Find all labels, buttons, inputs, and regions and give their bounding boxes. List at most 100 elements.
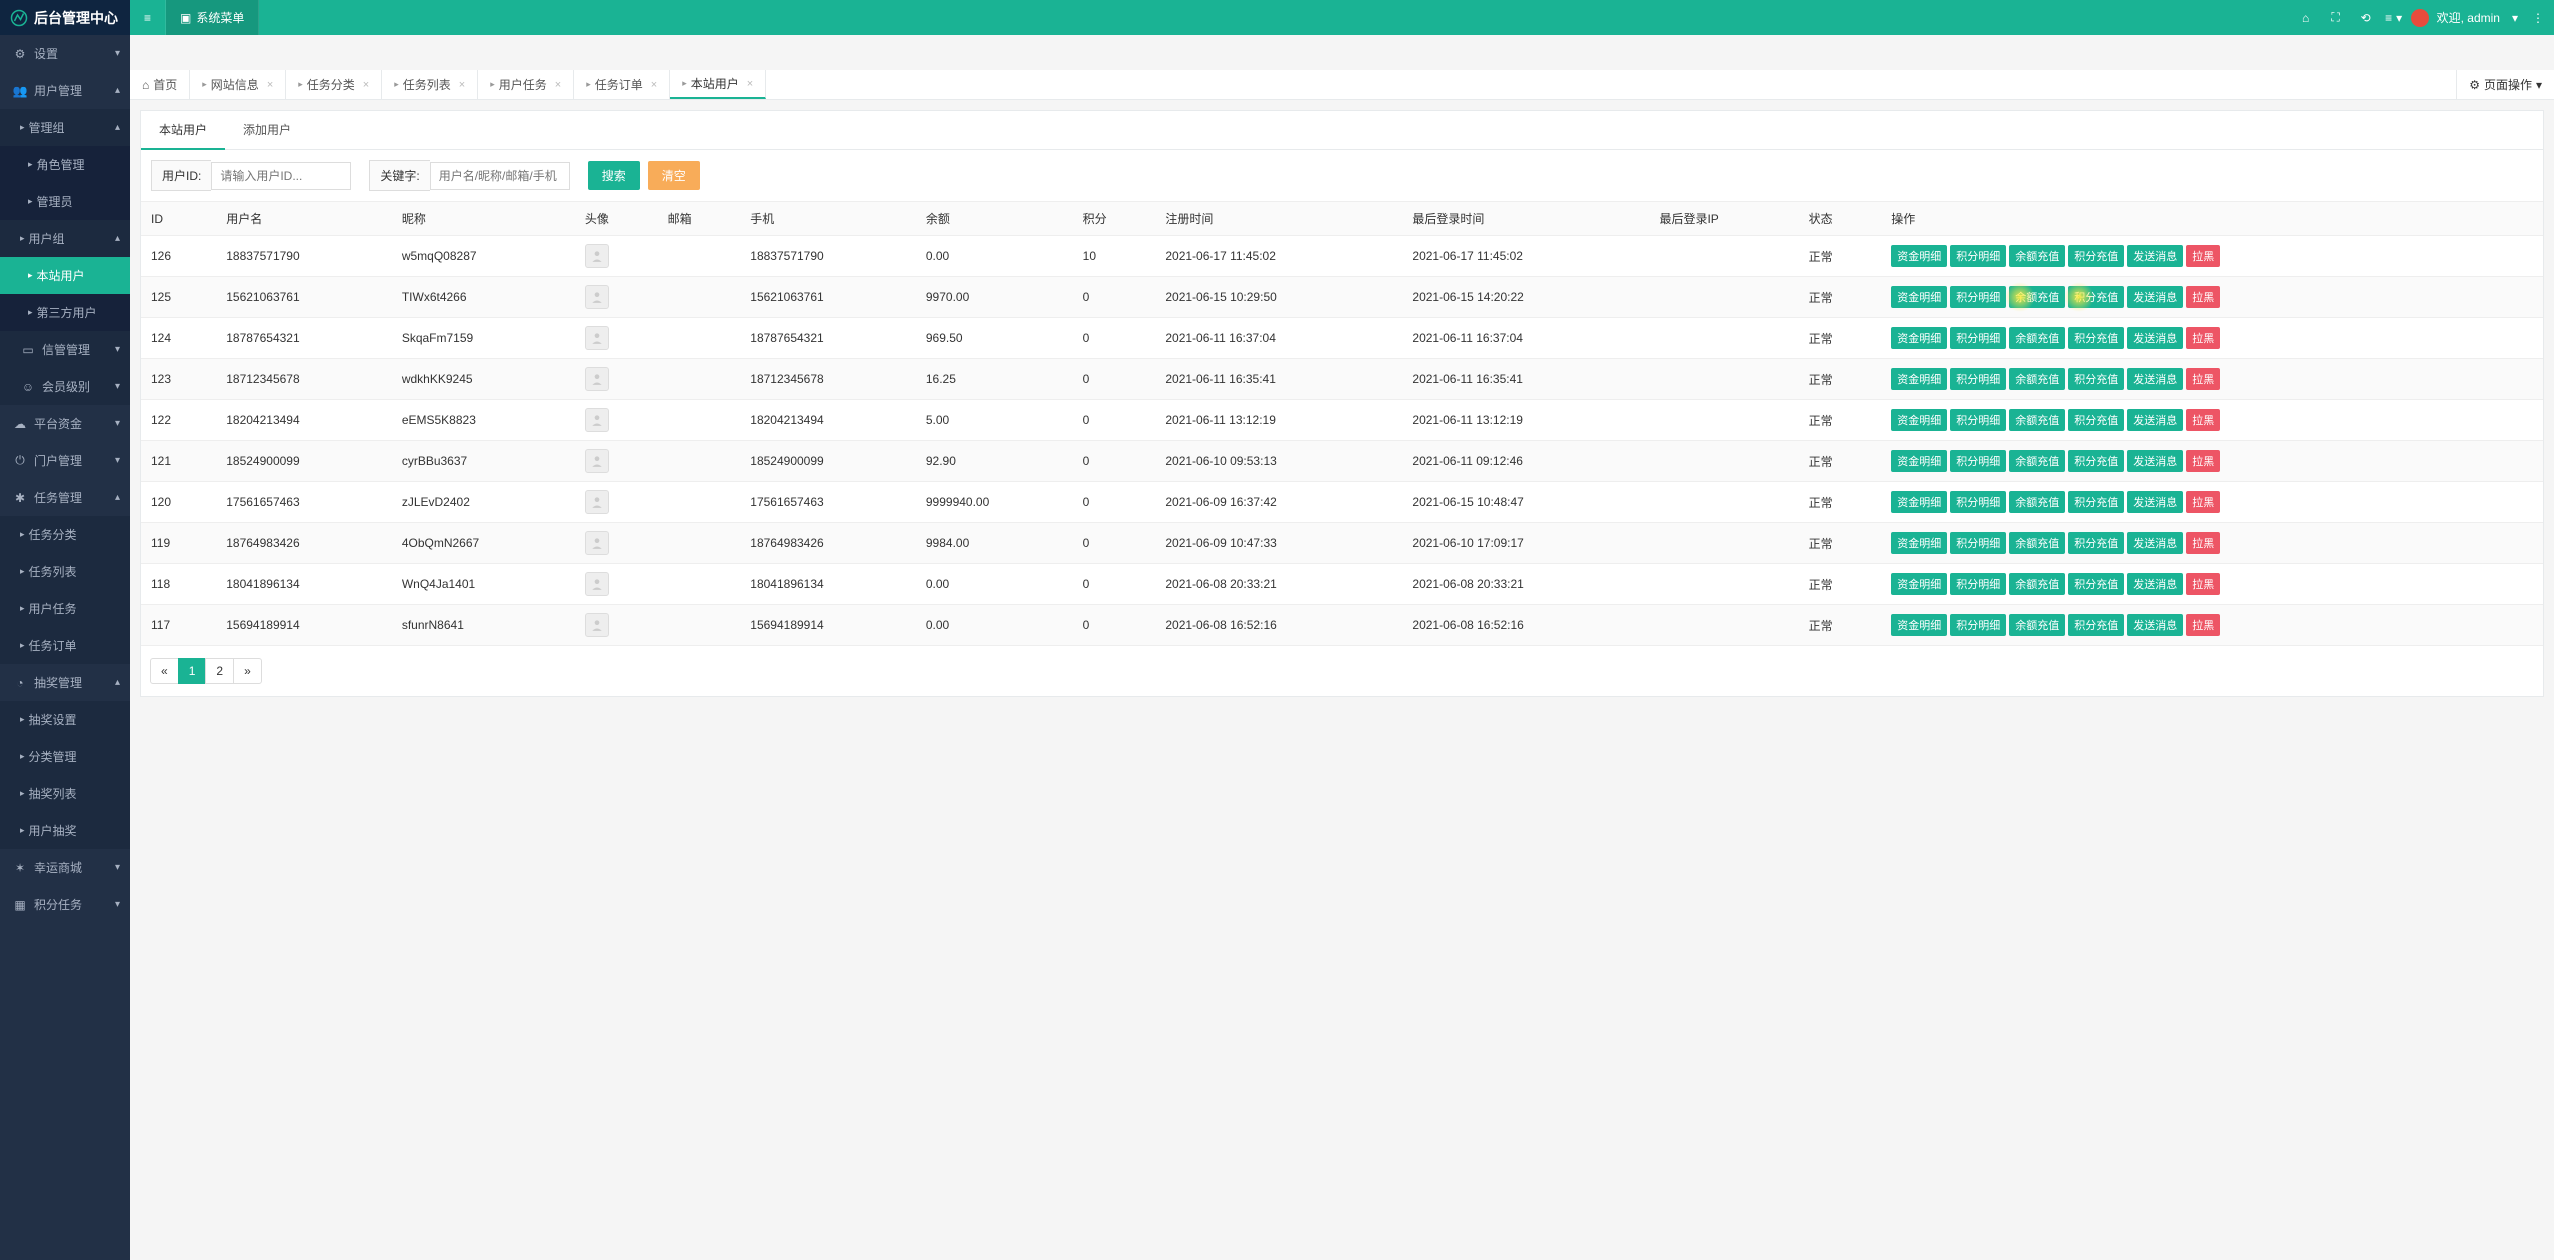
op-button[interactable]: 发送消息 bbox=[2127, 532, 2183, 554]
op-button[interactable]: 拉黑 bbox=[2186, 286, 2220, 308]
nav-task-list[interactable]: ▸任务列表 bbox=[0, 553, 130, 590]
op-button[interactable]: 积分充值 bbox=[2068, 409, 2124, 431]
op-button[interactable]: 余额充值 bbox=[2009, 532, 2065, 554]
op-button[interactable]: 积分明细 bbox=[1950, 573, 2006, 595]
nav-lottery-list[interactable]: ▸抽奖列表 bbox=[0, 775, 130, 812]
nav-sms-mgmt[interactable]: ▭信管管理▾ bbox=[0, 331, 130, 368]
avatar[interactable] bbox=[2411, 9, 2429, 27]
page-button[interactable]: 1 bbox=[178, 658, 207, 684]
page-button[interactable]: » bbox=[233, 658, 262, 684]
op-button[interactable]: 发送消息 bbox=[2127, 286, 2183, 308]
nav-task-category[interactable]: ▸任务分类 bbox=[0, 516, 130, 553]
expand-icon[interactable]: ⛶ bbox=[2321, 0, 2351, 35]
tab-item[interactable]: ▸本站用户× bbox=[670, 70, 766, 99]
op-button[interactable]: 余额充值 bbox=[2009, 286, 2065, 308]
op-button[interactable]: 余额充值 bbox=[2009, 409, 2065, 431]
op-button[interactable]: 资金明细 bbox=[1891, 245, 1947, 267]
op-button[interactable]: 积分充值 bbox=[2068, 532, 2124, 554]
menu-dropdown-icon[interactable]: ≡▾ bbox=[2381, 0, 2411, 35]
panel-tab-site-users[interactable]: 本站用户 bbox=[141, 111, 225, 150]
op-button[interactable]: 拉黑 bbox=[2186, 409, 2220, 431]
op-button[interactable]: 余额充值 bbox=[2009, 245, 2065, 267]
op-button[interactable]: 积分明细 bbox=[1950, 327, 2006, 349]
nav-points-task[interactable]: ▦积分任务▾ bbox=[0, 886, 130, 923]
op-button[interactable]: 资金明细 bbox=[1891, 532, 1947, 554]
op-button[interactable]: 积分充值 bbox=[2068, 368, 2124, 390]
close-icon[interactable]: × bbox=[363, 79, 369, 91]
tab-item[interactable]: ▸任务分类× bbox=[286, 70, 382, 99]
op-button[interactable]: 积分明细 bbox=[1950, 614, 2006, 636]
nav-role-mgmt[interactable]: ▸角色管理 bbox=[0, 146, 130, 183]
nav-lottery-settings[interactable]: ▸抽奖设置 bbox=[0, 701, 130, 738]
nav-settings[interactable]: ⚙设置▾ bbox=[0, 35, 130, 72]
tab-home[interactable]: ⌂首页 bbox=[130, 70, 190, 99]
op-button[interactable]: 余额充值 bbox=[2009, 491, 2065, 513]
op-button[interactable]: 拉黑 bbox=[2186, 450, 2220, 472]
tab-item[interactable]: ▸网站信息× bbox=[190, 70, 286, 99]
nav-task-mgmt[interactable]: ✱任务管理▴ bbox=[0, 479, 130, 516]
close-icon[interactable]: × bbox=[747, 78, 753, 90]
op-button[interactable]: 积分明细 bbox=[1950, 532, 2006, 554]
op-button[interactable]: 积分明细 bbox=[1950, 491, 2006, 513]
op-button[interactable]: 发送消息 bbox=[2127, 368, 2183, 390]
op-button[interactable]: 资金明细 bbox=[1891, 450, 1947, 472]
nav-site-user[interactable]: ▸本站用户 bbox=[0, 257, 130, 294]
close-icon[interactable]: × bbox=[555, 79, 561, 91]
nav-lucky-mall[interactable]: ✶幸运商城▾ bbox=[0, 849, 130, 886]
op-button[interactable]: 余额充值 bbox=[2009, 614, 2065, 636]
op-button[interactable]: 拉黑 bbox=[2186, 614, 2220, 636]
op-button[interactable]: 余额充值 bbox=[2009, 573, 2065, 595]
op-button[interactable]: 资金明细 bbox=[1891, 491, 1947, 513]
op-button[interactable]: 余额充值 bbox=[2009, 368, 2065, 390]
nav-user-group[interactable]: ▸用户组▴ bbox=[0, 220, 130, 257]
op-button[interactable]: 积分充值 bbox=[2068, 450, 2124, 472]
close-icon[interactable]: × bbox=[459, 79, 465, 91]
nav-user-task[interactable]: ▸用户任务 bbox=[0, 590, 130, 627]
nav-third-user[interactable]: ▸第三方用户 bbox=[0, 294, 130, 331]
op-button[interactable]: 资金明细 bbox=[1891, 327, 1947, 349]
op-button[interactable]: 积分充值 bbox=[2068, 327, 2124, 349]
panel-tab-add-user[interactable]: 添加用户 bbox=[225, 111, 309, 149]
tab-item[interactable]: ▸任务订单× bbox=[574, 70, 670, 99]
refresh-icon[interactable]: ⟲ bbox=[2351, 0, 2381, 35]
op-button[interactable]: 发送消息 bbox=[2127, 614, 2183, 636]
system-menu-button[interactable]: ▣ 系统菜单 bbox=[166, 0, 259, 35]
clear-button[interactable]: 清空 bbox=[648, 161, 700, 190]
nav-user-lottery[interactable]: ▸用户抽奖 bbox=[0, 812, 130, 849]
more-icon[interactable]: ⋮ bbox=[2532, 11, 2544, 25]
op-button[interactable]: 发送消息 bbox=[2127, 327, 2183, 349]
nav-platform-funds[interactable]: ☁平台资金▾ bbox=[0, 405, 130, 442]
op-button[interactable]: 积分明细 bbox=[1950, 450, 2006, 472]
nav-admin[interactable]: ▸管理员 bbox=[0, 183, 130, 220]
nav-category-mgmt[interactable]: ▸分类管理 bbox=[0, 738, 130, 775]
op-button[interactable]: 资金明细 bbox=[1891, 614, 1947, 636]
op-button[interactable]: 积分明细 bbox=[1950, 368, 2006, 390]
keyword-input[interactable] bbox=[430, 162, 570, 190]
nav-task-order[interactable]: ▸任务订单 bbox=[0, 627, 130, 664]
search-button[interactable]: 搜索 bbox=[588, 161, 640, 190]
op-button[interactable]: 积分明细 bbox=[1950, 245, 2006, 267]
op-button[interactable]: 发送消息 bbox=[2127, 409, 2183, 431]
menu-toggle-button[interactable]: ≡ bbox=[130, 0, 166, 35]
home-icon[interactable]: ⌂ bbox=[2291, 0, 2321, 35]
op-button[interactable]: 积分明细 bbox=[1950, 286, 2006, 308]
op-button[interactable]: 发送消息 bbox=[2127, 491, 2183, 513]
page-button[interactable]: « bbox=[150, 658, 179, 684]
op-button[interactable]: 拉黑 bbox=[2186, 368, 2220, 390]
op-button[interactable]: 余额充值 bbox=[2009, 450, 2065, 472]
uid-input[interactable] bbox=[211, 162, 351, 190]
close-icon[interactable]: × bbox=[267, 79, 273, 91]
op-button[interactable]: 积分充值 bbox=[2068, 614, 2124, 636]
op-button[interactable]: 拉黑 bbox=[2186, 491, 2220, 513]
op-button[interactable]: 积分明细 bbox=[1950, 409, 2006, 431]
nav-member-level[interactable]: ☺会员级别▾ bbox=[0, 368, 130, 405]
op-button[interactable]: 拉黑 bbox=[2186, 573, 2220, 595]
op-button[interactable]: 拉黑 bbox=[2186, 245, 2220, 267]
op-button[interactable]: 发送消息 bbox=[2127, 573, 2183, 595]
page-ops-button[interactable]: ⚙页面操作▾ bbox=[2456, 70, 2554, 99]
nav-lottery-mgmt[interactable]: ◔抽奖管理▴ bbox=[0, 664, 130, 701]
nav-user-mgmt[interactable]: 👥用户管理▴ bbox=[0, 72, 130, 109]
tab-item[interactable]: ▸用户任务× bbox=[478, 70, 574, 99]
op-button[interactable]: 积分充值 bbox=[2068, 286, 2124, 308]
page-button[interactable]: 2 bbox=[205, 658, 234, 684]
